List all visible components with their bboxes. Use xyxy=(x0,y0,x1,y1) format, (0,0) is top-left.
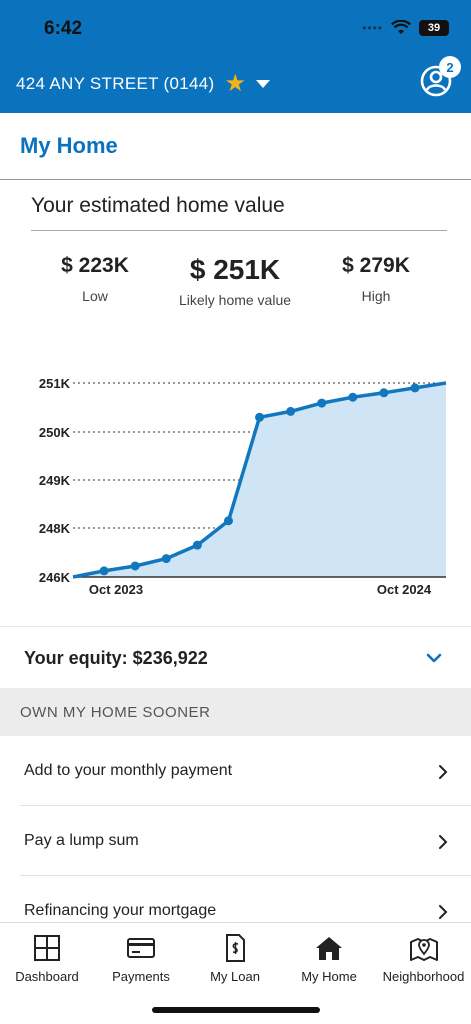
list-item-label: Pay a lump sum xyxy=(24,832,139,849)
chevron-right-icon xyxy=(439,835,448,849)
section-title: OWN MY HOME SOONER xyxy=(20,704,211,721)
grid-icon xyxy=(34,935,60,961)
status-icons: •••• 39 xyxy=(362,20,449,36)
data-point xyxy=(161,554,171,564)
house-icon xyxy=(316,937,342,960)
divider xyxy=(31,230,447,231)
address-label: 424 ANY STREET (0144) xyxy=(16,74,215,93)
tab-label: My Home xyxy=(301,969,357,984)
equity-value: Your equity: $236,922 xyxy=(24,648,208,668)
star-icon: ★ xyxy=(224,70,246,97)
tab-label: Payments xyxy=(112,969,170,984)
page-title-bar: My Home xyxy=(0,113,471,180)
tab-payments[interactable]: Payments xyxy=(94,933,188,984)
high-value: $ 279K High xyxy=(301,254,451,304)
low-value: $ 223K Low xyxy=(20,254,170,304)
header-bar: 6:42 •••• 39 424 ANY STREET (0144) ★ 2 xyxy=(0,0,471,113)
data-point xyxy=(286,406,296,416)
list-item-label: Add to your monthly payment xyxy=(24,762,233,779)
chevron-right-icon xyxy=(439,765,448,779)
battery-icon: 39 xyxy=(419,20,449,36)
signal-icon: •••• xyxy=(362,21,383,35)
notification-badge: 2 xyxy=(439,56,461,78)
y-tick-label: 248K xyxy=(39,521,71,536)
card-icon xyxy=(127,938,155,958)
tab-my-home[interactable]: My Home xyxy=(282,933,376,984)
data-point xyxy=(255,412,265,422)
likely-label: Likely home value xyxy=(178,292,292,308)
y-tick-label: 250K xyxy=(39,425,71,440)
x-tick-label: Oct 2024 xyxy=(377,582,432,597)
y-tick-label: 246K xyxy=(39,570,71,585)
tab-neighborhood[interactable]: Neighborhood xyxy=(376,933,471,984)
equity-row[interactable]: Your equity: $236,922 xyxy=(0,626,471,688)
data-point xyxy=(223,516,233,526)
tab-my-loan[interactable]: My Loan xyxy=(188,933,282,984)
y-tick-label: 249K xyxy=(39,473,71,488)
home-value-chart: 246K 248K 249K 250K 251K Oct 2023 Oct 2024 xyxy=(39,376,447,597)
tab-label: My Loan xyxy=(210,969,260,984)
home-indicator xyxy=(152,1007,320,1013)
data-point xyxy=(99,566,109,576)
list-item-add-monthly-payment[interactable]: Add to your monthly payment xyxy=(0,736,471,806)
document-icon xyxy=(226,934,245,962)
wifi-icon xyxy=(391,20,411,34)
chevron-down-icon xyxy=(255,80,270,88)
estimate-title: Your estimated home value xyxy=(31,194,285,217)
tab-label: Neighborhood xyxy=(382,969,465,984)
status-time: 6:42 xyxy=(44,18,83,39)
section-header: OWN MY HOME SOONER xyxy=(0,688,471,736)
high-amount: $ 279K xyxy=(342,254,410,277)
chevron-right-icon xyxy=(439,905,448,919)
y-tick-label: 251K xyxy=(39,376,71,391)
address-selector[interactable]: 424 ANY STREET (0144) ★ xyxy=(16,72,270,96)
likely-value: $ 251K Likely home value xyxy=(160,254,310,308)
chevron-down-icon xyxy=(426,653,442,663)
data-point xyxy=(192,540,202,550)
low-label: Low xyxy=(82,288,108,304)
likely-amount: $ 251K xyxy=(189,254,281,285)
low-amount: $ 223K xyxy=(61,254,129,277)
data-point xyxy=(379,388,389,398)
high-label: High xyxy=(361,288,391,304)
data-point xyxy=(130,561,140,571)
map-icon xyxy=(409,938,438,961)
app: 6:42 •••• 39 424 ANY STREET (0144) ★ 2 M… xyxy=(0,0,471,1024)
profile-button[interactable]: 2 xyxy=(419,56,461,98)
data-point xyxy=(317,398,327,408)
x-tick-label: Oct 2023 xyxy=(89,582,143,597)
list-item-lump-sum[interactable]: Pay a lump sum xyxy=(0,806,471,876)
tab-dashboard[interactable]: Dashboard xyxy=(0,933,94,984)
data-point xyxy=(348,392,358,402)
tab-label: Dashboard xyxy=(15,969,79,984)
list-item-label: Refinancing your mortgage xyxy=(24,902,217,919)
page-title: My Home xyxy=(20,133,118,158)
data-point xyxy=(410,383,420,393)
